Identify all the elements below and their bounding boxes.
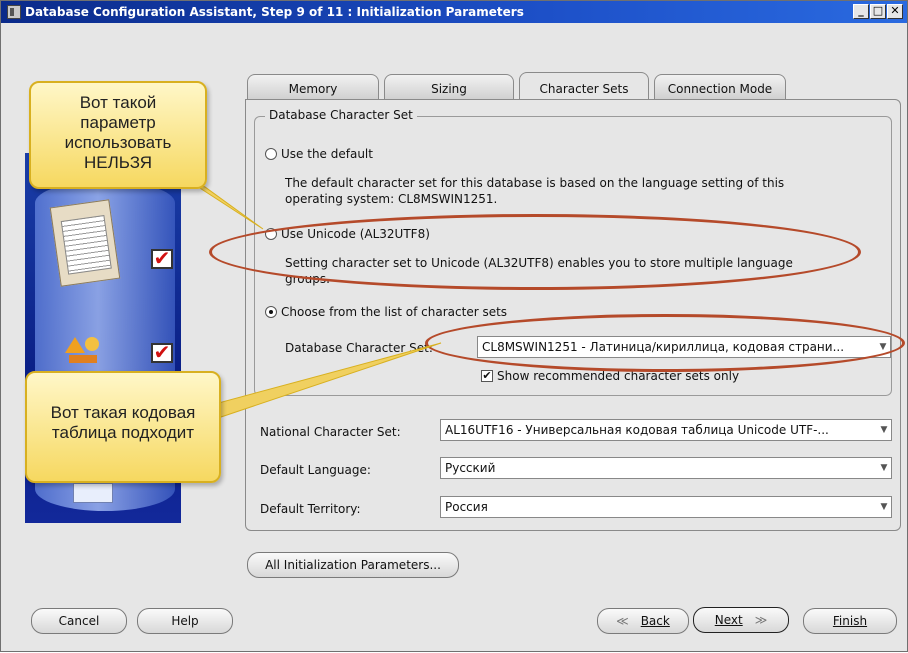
default-language-label: Default Language: — [260, 463, 371, 477]
callout-line: параметр — [80, 113, 156, 132]
minimize-button[interactable]: _ — [853, 4, 869, 19]
dbca-window: Database Configuration Assistant, Step 9… — [0, 0, 908, 652]
tab-character-sets[interactable]: Character Sets — [519, 72, 649, 100]
default-description: The default character set for this datab… — [285, 175, 784, 207]
all-initialization-parameters-button[interactable]: All Initialization Parameters... — [247, 552, 459, 578]
radio-choose-from-list[interactable]: Choose from the list of character sets — [265, 305, 507, 319]
callout-line: использовать — [64, 133, 172, 152]
finish-button[interactable]: Finish — [803, 608, 897, 634]
radio-use-default[interactable]: Use the default — [265, 147, 373, 161]
checkbox[interactable]: ✔ — [481, 370, 493, 382]
next-label: Next — [714, 613, 743, 627]
chevron-down-icon: ▼ — [880, 425, 888, 435]
radio-label: Choose from the list of character sets — [281, 305, 508, 319]
callout-line: Вот такая кодовая — [50, 403, 196, 422]
tab-strip: Memory Sizing Character Sets Connection … — [247, 72, 791, 100]
chevron-down-icon: ▼ — [880, 463, 888, 473]
default-language-select[interactable]: Русский ▼ — [440, 457, 892, 479]
back-label: Back — [640, 614, 670, 628]
cancel-button[interactable]: Cancel — [31, 608, 127, 634]
help-button[interactable]: Help — [137, 608, 233, 634]
national-character-set-select[interactable]: AL16UTF16 - Универсальная кодовая таблиц… — [440, 419, 892, 441]
radio-button[interactable] — [265, 148, 277, 160]
default-territory-label: Default Territory: — [260, 502, 361, 516]
chevron-down-icon: ▼ — [880, 502, 888, 512]
desc-line: The default character set for this datab… — [285, 176, 785, 190]
national-character-set-label: National Character Set: — [260, 425, 401, 439]
next-arrow-icon: ≫ — [754, 613, 768, 627]
annotation-ellipse-unicode — [209, 214, 861, 290]
title-bar: Database Configuration Assistant, Step 9… — [1, 1, 907, 23]
back-arrow-icon: ≪ — [616, 614, 629, 628]
callout-suitable: Вот такая кодовая таблица подходит — [25, 371, 221, 483]
app-icon — [7, 5, 21, 19]
callout-line: таблица подходит — [51, 423, 195, 442]
callout-line: НЕЛЬЗЯ — [83, 153, 153, 172]
finish-label: Finish — [832, 614, 868, 628]
tab-memory[interactable]: Memory — [247, 74, 379, 100]
back-button[interactable]: ≪ Back — [597, 608, 689, 634]
desc-line: operating system: CL8MSWIN1251. — [285, 192, 498, 206]
radio-label: Use the default — [281, 147, 373, 161]
next-button[interactable]: Next ≫ — [693, 607, 789, 633]
window-title: Database Configuration Assistant, Step 9… — [25, 5, 524, 19]
radio-button[interactable] — [265, 306, 277, 318]
shapes-icon — [65, 333, 101, 363]
checkmark-icon: ✔ — [151, 248, 173, 269]
callout-forbidden: Вот такой параметр использовать НЕЛЬЗЯ — [29, 81, 207, 189]
checkmark-icon: ✔ — [151, 342, 173, 363]
tab-connection-mode[interactable]: Connection Mode — [654, 74, 786, 100]
window-controls: _ □ ✕ — [852, 4, 903, 19]
database-character-set-label: Database Character Set: — [285, 341, 433, 355]
annotation-ellipse-charset — [425, 314, 905, 372]
character-sets-panel: Database Character Set Use the default T… — [245, 99, 901, 531]
maximize-button[interactable]: □ — [870, 4, 886, 19]
group-legend: Database Character Set — [265, 108, 417, 122]
close-button[interactable]: ✕ — [887, 4, 903, 19]
default-territory-select[interactable]: Россия ▼ — [440, 496, 892, 518]
tab-sizing[interactable]: Sizing — [384, 74, 514, 100]
folder-icon — [49, 199, 121, 287]
select-value: Россия — [445, 500, 488, 514]
select-value: AL16UTF16 - Универсальная кодовая таблиц… — [445, 423, 829, 437]
select-value: Русский — [445, 461, 496, 475]
document-icon — [73, 483, 113, 503]
callout-line: Вот такой — [79, 93, 157, 112]
